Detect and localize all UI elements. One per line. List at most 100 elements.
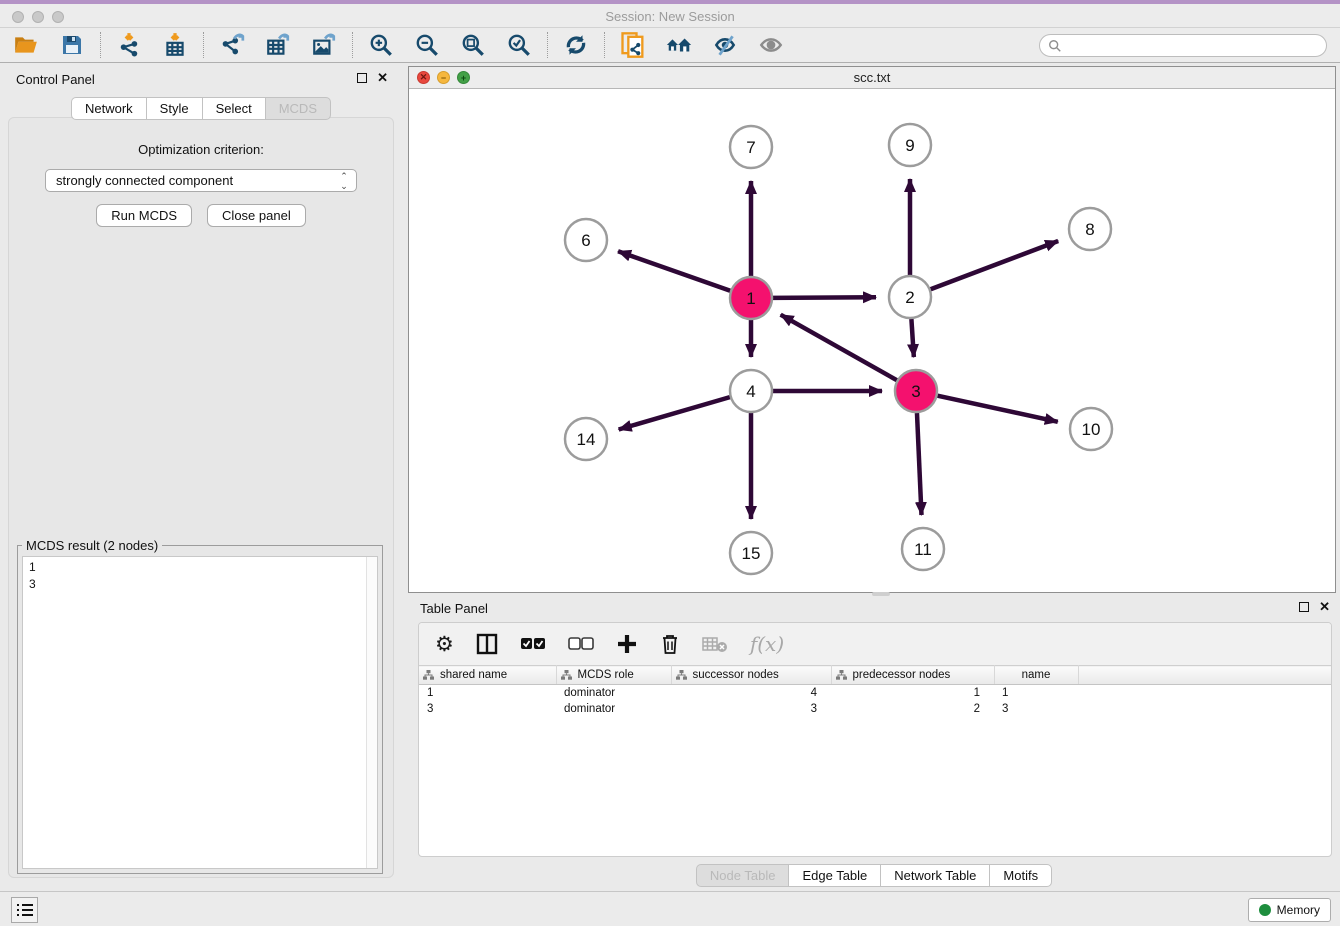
eye-icon[interactable]: [757, 31, 785, 59]
column-tree-icon: [676, 670, 687, 680]
node-14[interactable]: 14: [565, 418, 607, 460]
search-input[interactable]: [1067, 39, 1326, 53]
svg-text:4: 4: [746, 382, 755, 401]
svg-text:1: 1: [746, 289, 755, 308]
node-9[interactable]: 9: [889, 124, 931, 166]
clone-network-icon[interactable]: [619, 31, 647, 59]
column-tree-icon: [836, 670, 847, 680]
memory-status-icon: [1259, 904, 1271, 916]
network-canvas[interactable]: 7 9 6 8 1 2 4 3 14 10 15 11: [409, 89, 1335, 592]
result-scrollbar[interactable]: [366, 557, 377, 868]
edge-3-10[interactable]: [937, 396, 1057, 422]
hide-graphics-details-icon[interactable]: [711, 31, 739, 59]
zoom-in-icon[interactable]: [367, 31, 395, 59]
save-session-icon[interactable]: [58, 31, 86, 59]
columns-icon[interactable]: [476, 631, 498, 657]
cell-predecessor-nodes[interactable]: 2: [831, 701, 994, 717]
column-header-shared-name[interactable]: shared name: [419, 666, 556, 685]
open-file-icon[interactable]: [12, 31, 40, 59]
node-1[interactable]: 1: [730, 277, 772, 319]
task-history-button[interactable]: [11, 897, 38, 923]
node-15[interactable]: 15: [730, 532, 772, 574]
close-table-panel-icon[interactable]: ✕: [1319, 601, 1330, 612]
export-table-icon[interactable]: [264, 31, 292, 59]
node-10[interactable]: 10: [1070, 408, 1112, 450]
svg-text:14: 14: [577, 430, 596, 449]
import-network-icon[interactable]: [115, 31, 143, 59]
cell-mcds-role[interactable]: dominator: [556, 701, 671, 717]
column-header-predecessor-nodes[interactable]: predecessor nodes: [831, 666, 994, 685]
edge-2-8[interactable]: [931, 241, 1059, 289]
node-8[interactable]: 8: [1069, 208, 1111, 250]
cell-successor-nodes[interactable]: 3: [671, 701, 831, 717]
memory-button[interactable]: Memory: [1248, 898, 1331, 922]
control-panel-title: Control Panel: [16, 72, 95, 87]
table-tabs: Node TableEdge TableNetwork TableMotifs: [408, 864, 1340, 887]
delete-icon[interactable]: [660, 631, 680, 657]
tab-mcds[interactable]: MCDS: [265, 97, 331, 120]
delete-table-icon[interactable]: [702, 631, 728, 657]
import-table-icon[interactable]: [161, 31, 189, 59]
float-panel-icon[interactable]: [357, 73, 367, 83]
node-2[interactable]: 2: [889, 276, 931, 318]
close-panel-icon[interactable]: ✕: [377, 72, 388, 83]
tab-network-table[interactable]: Network Table: [880, 864, 989, 887]
column-header-mcds-role[interactable]: MCDS role: [556, 666, 671, 685]
add-icon[interactable]: [616, 631, 638, 657]
svg-text:15: 15: [742, 544, 761, 563]
node-3[interactable]: 3: [895, 370, 937, 412]
edge-3-11[interactable]: [917, 413, 922, 515]
mcds-result-group: MCDS result (2 nodes) 1 3: [17, 545, 383, 874]
edge-4-14[interactable]: [619, 397, 730, 429]
cell-successor-nodes[interactable]: 4: [671, 685, 831, 701]
tab-motifs[interactable]: Motifs: [989, 864, 1052, 887]
export-network-icon[interactable]: [218, 31, 246, 59]
select-all-icon[interactable]: [520, 631, 546, 657]
tab-edge-table[interactable]: Edge Table: [788, 864, 880, 887]
svg-text:8: 8: [1085, 220, 1094, 239]
table-row[interactable]: 3dominator323: [419, 701, 1331, 717]
cell-shared-name[interactable]: 3: [419, 701, 556, 717]
table-panel: Table Panel ✕ ⚙: [408, 595, 1340, 888]
zoom-out-icon[interactable]: [413, 31, 441, 59]
main-toolbar: [0, 27, 1340, 63]
cell-predecessor-nodes[interactable]: 1: [831, 685, 994, 701]
tab-style[interactable]: Style: [146, 97, 202, 120]
export-image-icon[interactable]: [310, 31, 338, 59]
zoom-selected-icon[interactable]: [505, 31, 533, 59]
cell-mcds-role[interactable]: dominator: [556, 685, 671, 701]
node-7[interactable]: 7: [730, 126, 772, 168]
tab-select[interactable]: Select: [202, 97, 265, 120]
run-mcds-button[interactable]: Run MCDS: [96, 204, 192, 227]
table-row[interactable]: 1dominator411: [419, 685, 1331, 701]
gear-icon[interactable]: ⚙: [435, 631, 454, 657]
edge-1-6[interactable]: [618, 251, 730, 290]
network-window-titlebar[interactable]: ✕ − + scc.txt: [409, 67, 1335, 89]
cell-name[interactable]: 3: [994, 701, 1078, 717]
zoom-fit-icon[interactable]: [459, 31, 487, 59]
optimization-criterion-select[interactable]: strongly connected component ⌃⌄: [45, 169, 357, 192]
node-11[interactable]: 11: [902, 528, 944, 570]
search-field[interactable]: [1039, 34, 1327, 57]
edge-2-3[interactable]: [911, 319, 913, 357]
apply-layout-icon[interactable]: [562, 31, 590, 59]
node-6[interactable]: 6: [565, 219, 607, 261]
edge-1-2[interactable]: [773, 297, 876, 298]
network-graph[interactable]: 7 9 6 8 1 2 4 3 14 10 15 11: [409, 89, 1335, 593]
svg-text:9: 9: [905, 136, 914, 155]
ndex-houses-icon[interactable]: [665, 31, 693, 59]
node-table[interactable]: shared nameMCDS rolesuccessor nodesprede…: [419, 665, 1331, 717]
dropdown-stepper-icon: ⌃⌄: [338, 172, 350, 191]
function-builder-icon[interactable]: f(x): [750, 631, 784, 657]
cell-shared-name[interactable]: 1: [419, 685, 556, 701]
node-4[interactable]: 4: [730, 370, 772, 412]
edge-3-1[interactable]: [781, 315, 897, 381]
cell-name[interactable]: 1: [994, 685, 1078, 701]
tab-node-table[interactable]: Node Table: [696, 864, 789, 887]
float-table-panel-icon[interactable]: [1299, 602, 1309, 612]
tab-network[interactable]: Network: [71, 97, 146, 120]
deselect-all-icon[interactable]: [568, 631, 594, 657]
close-panel-button[interactable]: Close panel: [207, 204, 306, 227]
column-header-successor-nodes[interactable]: successor nodes: [671, 666, 831, 685]
column-header-name[interactable]: name: [994, 666, 1078, 685]
